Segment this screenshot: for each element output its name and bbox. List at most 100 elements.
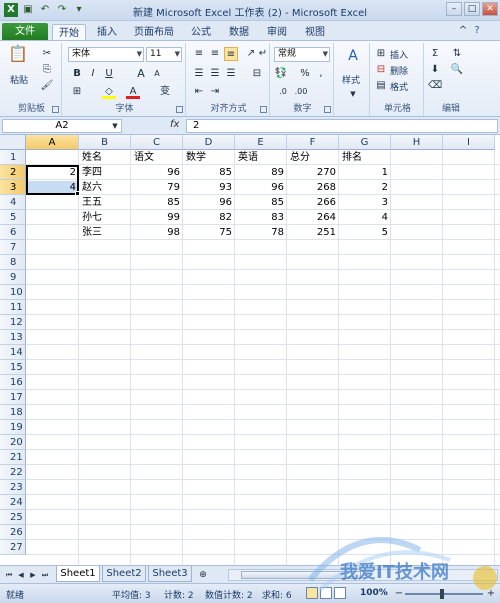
column-header-a[interactable]: A bbox=[26, 135, 79, 150]
styles-icon[interactable]: A bbox=[344, 49, 362, 69]
format-cells-button[interactable]: 格式 bbox=[390, 80, 408, 93]
font-name-combo[interactable]: 宋体 ▼ bbox=[68, 47, 144, 62]
sheet-tab-sheet2[interactable]: Sheet2 bbox=[102, 566, 146, 582]
row-header-16[interactable]: 16 bbox=[0, 375, 26, 390]
autosum-icon[interactable]: Σ bbox=[428, 47, 442, 61]
sort-filter-icon[interactable]: ⇅ bbox=[450, 47, 464, 61]
header-cell[interactable]: 语文 bbox=[131, 150, 183, 165]
row-header-9[interactable]: 9 bbox=[0, 270, 26, 285]
paste-icon[interactable]: 📋 bbox=[8, 46, 28, 69]
row-header-26[interactable]: 26 bbox=[0, 525, 26, 540]
table-cell[interactable]: 4 bbox=[339, 210, 391, 225]
insert-function-button[interactable]: fx bbox=[170, 119, 179, 130]
row-header-4[interactable]: 4 bbox=[0, 195, 26, 210]
header-cell[interactable]: 数学 bbox=[183, 150, 235, 165]
insert-cells-icon[interactable]: ⊞ bbox=[374, 47, 388, 61]
row-header-5[interactable]: 5 bbox=[0, 210, 26, 225]
font-color-button[interactable]: A bbox=[126, 85, 140, 99]
row-header-27[interactable]: 27 bbox=[0, 540, 26, 555]
horizontal-scrollbar[interactable] bbox=[228, 569, 498, 581]
tab-home[interactable]: 开始 bbox=[52, 24, 86, 41]
table-cell[interactable]: 266 bbox=[287, 195, 339, 210]
table-cell[interactable]: 张三 bbox=[79, 225, 131, 240]
merge-center-icon[interactable]: ⊟ bbox=[250, 67, 264, 81]
align-top-icon[interactable]: ≡ bbox=[192, 47, 206, 61]
column-header-g[interactable]: G bbox=[339, 135, 391, 150]
table-cell[interactable]: 2 bbox=[339, 180, 391, 195]
column-header-e[interactable]: E bbox=[235, 135, 287, 150]
row-header-19[interactable]: 19 bbox=[0, 420, 26, 435]
bold-button[interactable]: B bbox=[70, 67, 84, 81]
select-all-corner[interactable] bbox=[0, 135, 26, 150]
number-format-combo[interactable]: 常规 ▼ bbox=[274, 47, 330, 62]
paste-button[interactable]: 粘贴 bbox=[10, 73, 28, 86]
copy-icon[interactable]: ⎘ bbox=[40, 63, 54, 77]
decrease-indent-icon[interactable]: ⇤ bbox=[192, 85, 206, 99]
table-cell[interactable]: 96 bbox=[131, 165, 183, 180]
table-cell[interactable]: 268 bbox=[287, 180, 339, 195]
row-header-12[interactable]: 12 bbox=[0, 315, 26, 330]
cut-icon[interactable]: ✂ bbox=[40, 47, 54, 61]
row-header-25[interactable]: 25 bbox=[0, 510, 26, 525]
row-header-22[interactable]: 22 bbox=[0, 465, 26, 480]
close-button[interactable]: ✕ bbox=[482, 2, 498, 16]
row-header-2[interactable]: 2 bbox=[0, 165, 26, 180]
table-cell[interactable]: 王五 bbox=[79, 195, 131, 210]
column-header-c[interactable]: C bbox=[131, 135, 183, 150]
row-header-14[interactable]: 14 bbox=[0, 345, 26, 360]
font-size-combo[interactable]: 11 ▼ bbox=[146, 47, 182, 62]
table-cell[interactable]: 83 bbox=[235, 210, 287, 225]
table-cell[interactable]: 82 bbox=[183, 210, 235, 225]
row-header-18[interactable]: 18 bbox=[0, 405, 26, 420]
name-box-dropdown-icon[interactable]: ▼ bbox=[108, 119, 122, 133]
delete-cells-button[interactable]: 删除 bbox=[390, 64, 408, 77]
insert-cells-button[interactable]: 插入 bbox=[390, 48, 408, 61]
percent-icon[interactable]: % bbox=[298, 67, 312, 81]
next-sheet-button[interactable]: ▶ bbox=[28, 569, 38, 581]
row-header-20[interactable]: 20 bbox=[0, 435, 26, 450]
normal-view-icon[interactable] bbox=[306, 587, 318, 599]
zoom-slider-thumb[interactable] bbox=[440, 589, 444, 599]
tab-insert[interactable]: 插入 bbox=[90, 24, 124, 41]
ribbon-minimize-icon[interactable]: ^ bbox=[456, 24, 470, 38]
tab-file[interactable]: 文件 bbox=[2, 23, 48, 41]
align-center-icon[interactable]: ☰ bbox=[208, 67, 222, 81]
decrease-decimal-icon[interactable]: .00 bbox=[294, 85, 308, 99]
table-cell[interactable]: 93 bbox=[183, 180, 235, 195]
fill-icon[interactable]: ⬇ bbox=[428, 63, 442, 77]
grow-font-button[interactable]: A bbox=[134, 67, 148, 81]
column-header-d[interactable]: D bbox=[183, 135, 235, 150]
table-cell[interactable]: 孙七 bbox=[79, 210, 131, 225]
page-break-view-icon[interactable] bbox=[334, 587, 346, 599]
table-cell[interactable]: 3 bbox=[339, 195, 391, 210]
underline-button[interactable]: U bbox=[102, 67, 116, 81]
header-cell[interactable]: 英语 bbox=[235, 150, 287, 165]
row-header-17[interactable]: 17 bbox=[0, 390, 26, 405]
worksheet-grid[interactable]: ABCDEFGHI 1 2 3 4 5 6 7 8 9 10 11 12 13 14 15 16 17 18 19 2… bbox=[0, 135, 500, 565]
first-sheet-button[interactable]: ⏮ bbox=[4, 569, 14, 581]
header-cell[interactable]: 姓名 bbox=[79, 150, 131, 165]
row-header-13[interactable]: 13 bbox=[0, 330, 26, 345]
table-cell[interactable]: 270 bbox=[287, 165, 339, 180]
row-header-24[interactable]: 24 bbox=[0, 495, 26, 510]
maximize-button[interactable]: □ bbox=[464, 2, 480, 16]
header-cell[interactable]: 总分 bbox=[287, 150, 339, 165]
row-header-11[interactable]: 11 bbox=[0, 300, 26, 315]
borders-icon[interactable]: ⊞ bbox=[70, 85, 84, 99]
column-header-i[interactable]: I bbox=[443, 135, 495, 150]
row-header-21[interactable]: 21 bbox=[0, 450, 26, 465]
page-layout-view-icon[interactable] bbox=[320, 587, 332, 599]
format-painter-icon[interactable]: 🖌 bbox=[40, 79, 54, 93]
align-left-icon[interactable]: ☰ bbox=[192, 67, 206, 81]
zoom-out-icon[interactable]: − bbox=[392, 587, 406, 601]
zoom-slider[interactable] bbox=[405, 593, 483, 595]
font-launcher-icon[interactable] bbox=[176, 106, 183, 113]
table-cell[interactable]: 85 bbox=[183, 165, 235, 180]
formula-input[interactable]: 2 bbox=[186, 119, 498, 133]
clipboard-launcher-icon[interactable] bbox=[52, 106, 59, 113]
table-cell[interactable]: 5 bbox=[339, 225, 391, 240]
delete-cells-icon[interactable]: ⊟ bbox=[374, 63, 388, 77]
increase-decimal-icon[interactable]: .0 bbox=[276, 85, 290, 99]
table-cell[interactable]: 85 bbox=[131, 195, 183, 210]
table-cell[interactable]: 赵六 bbox=[79, 180, 131, 195]
